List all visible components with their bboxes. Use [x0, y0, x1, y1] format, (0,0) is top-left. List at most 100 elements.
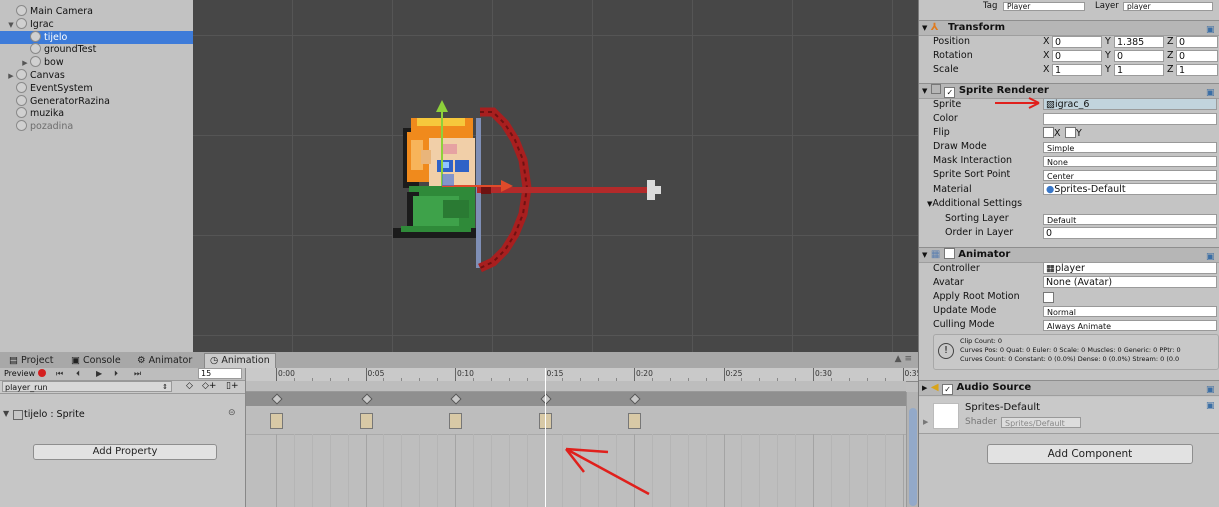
prev-frame-button[interactable]: ⏴: [76, 368, 80, 380]
tag-dropdown[interactable]: Player: [1003, 2, 1085, 11]
first-frame-button[interactable]: ⏮: [56, 368, 63, 380]
foldout-arrow-icon[interactable]: ▶: [923, 418, 928, 426]
rotation-y-axis-label[interactable]: Y: [1105, 50, 1111, 61]
rotation-z-axis-label[interactable]: Z: [1167, 50, 1174, 61]
rotation-x-axis-label[interactable]: X: [1043, 50, 1050, 61]
add-event-marker-icon[interactable]: ▯+: [226, 381, 239, 392]
last-frame-button[interactable]: ⏭: [134, 368, 141, 380]
scale-z-axis-label[interactable]: Z: [1167, 64, 1174, 75]
component-settings-icon[interactable]: ▣: [1206, 250, 1216, 262]
order-in-layer-field[interactable]: 0: [1043, 227, 1217, 239]
add-event-icon[interactable]: ◇+: [202, 381, 216, 392]
audio-source-title: Audio Source: [956, 382, 1032, 393]
property-row[interactable]: ▼ tijelo : Sprite ⊝: [0, 408, 245, 422]
hierarchy-item[interactable]: tijelo: [0, 30, 193, 44]
sprite-renderer-enabled-checkbox[interactable]: ✓: [944, 87, 956, 98]
controller-field[interactable]: ▦player: [1043, 262, 1217, 274]
hierarchy-item-label: tijelo: [44, 31, 68, 43]
foldout-arrow-icon[interactable]: ▼: [922, 24, 927, 32]
hierarchy-item[interactable]: muzika: [0, 107, 193, 120]
hierarchy-item[interactable]: groundTest: [0, 43, 193, 56]
scale-z-field[interactable]: 1: [1176, 64, 1218, 76]
add-component-button[interactable]: Add Component: [987, 444, 1193, 464]
lock-icon[interactable]: ▲ ≡: [895, 354, 912, 364]
hierarchy-item[interactable]: ▶ bow: [0, 56, 193, 69]
property-options-icon[interactable]: ⊝: [228, 408, 236, 418]
preview-toggle[interactable]: Preview: [4, 368, 35, 380]
additional-settings-foldout[interactable]: ▼Additional Settings: [927, 198, 1022, 209]
animator-header[interactable]: ▼ ▦ Animator ▣: [919, 247, 1219, 263]
samples-field[interactable]: 15: [198, 368, 242, 379]
rotation-y-field[interactable]: 0: [1114, 50, 1164, 62]
hierarchy-item[interactable]: pozadina: [0, 120, 193, 133]
avatar-field[interactable]: None (Avatar): [1043, 276, 1217, 288]
audio-source-header[interactable]: ▶ ◀ ✓ Audio Source ▣: [919, 380, 1219, 396]
flip-y-checkbox[interactable]: [1065, 127, 1076, 138]
tab-animation[interactable]: ◷ Animation: [204, 353, 276, 368]
rotation-z-field[interactable]: 0: [1176, 50, 1218, 62]
position-label: Position: [933, 36, 970, 47]
color-field[interactable]: [1043, 113, 1217, 125]
scale-x-axis-label[interactable]: X: [1043, 64, 1050, 75]
next-frame-button[interactable]: ⏵: [114, 368, 118, 380]
add-keyframe-icon[interactable]: ◇: [186, 381, 193, 392]
record-button[interactable]: [38, 369, 46, 377]
foldout-arrow-icon[interactable]: ▶: [922, 384, 927, 392]
hierarchy-item[interactable]: Main Camera: [0, 5, 193, 18]
sprite-renderer-header[interactable]: ▼ ✓ Sprite Renderer ▣: [919, 83, 1219, 99]
rotation-x-field[interactable]: 0: [1052, 50, 1102, 62]
hierarchy-item[interactable]: ▼ Igrac: [0, 17, 193, 31]
expand-arrow-icon[interactable]: ▼: [3, 409, 9, 418]
mask-interaction-dropdown[interactable]: None: [1043, 156, 1217, 167]
material-preview-swatch: [933, 403, 959, 429]
clip-dropdown[interactable]: player_run ⇕: [2, 381, 172, 392]
layer-dropdown[interactable]: player: [1123, 2, 1213, 11]
material-field[interactable]: ●Sprites-Default: [1043, 183, 1217, 195]
scale-y-field[interactable]: 1: [1114, 64, 1164, 76]
hierarchy-item[interactable]: EventSystem: [0, 81, 193, 95]
hierarchy-item[interactable]: ▶ Canvas: [0, 69, 193, 82]
hierarchy-item-label: Canvas: [30, 70, 65, 81]
flip-x-toggle[interactable]: X: [1043, 127, 1061, 139]
foldout-arrow-icon[interactable]: ▼: [922, 251, 927, 259]
material-settings-icon[interactable]: ▣: [1206, 401, 1216, 411]
transform-header[interactable]: ▼ ⅄ Transform ▣: [919, 20, 1219, 36]
culling-mode-dropdown[interactable]: Always Animate: [1043, 320, 1217, 331]
component-settings-icon[interactable]: ▣: [1206, 86, 1216, 98]
position-y-axis-label[interactable]: Y: [1105, 36, 1111, 47]
position-z-axis-label[interactable]: Z: [1167, 36, 1174, 47]
sorting-layer-dropdown[interactable]: Default: [1043, 214, 1217, 225]
hierarchy-panel: Main Camera ▼ Igrac tijelo groundTest ▶ bow ▶ Ca…: [0, 0, 193, 352]
scale-y-axis-label[interactable]: Y: [1105, 64, 1111, 75]
position-x-field[interactable]: 0: [1052, 36, 1102, 48]
animator-enabled-checkbox[interactable]: [943, 248, 955, 259]
audio-source-enabled-checkbox[interactable]: ✓: [942, 384, 954, 395]
shader-dropdown[interactable]: Sprites/Default: [1001, 417, 1081, 428]
scale-x-field[interactable]: 1: [1052, 64, 1102, 76]
add-property-button[interactable]: Add Property: [33, 444, 217, 460]
flip-y-toggle[interactable]: Y: [1065, 127, 1082, 139]
position-z-field[interactable]: 0: [1176, 36, 1218, 48]
play-button[interactable]: ▶: [96, 368, 102, 380]
position-y-field[interactable]: 1.385: [1114, 36, 1164, 48]
position-x-axis-label[interactable]: X: [1043, 36, 1050, 47]
apply-root-motion-checkbox[interactable]: [1043, 292, 1054, 303]
character-sprite[interactable]: [393, 107, 661, 273]
sprite-field[interactable]: ▧igrac_6: [1043, 98, 1217, 110]
component-settings-icon[interactable]: ▣: [1206, 383, 1216, 395]
component-settings-icon[interactable]: ▣: [1206, 23, 1216, 35]
foldout-arrow-icon[interactable]: ▼: [922, 87, 927, 95]
gameobject-icon: [16, 94, 27, 106]
update-mode-dropdown[interactable]: Normal: [1043, 306, 1217, 317]
hierarchy-item[interactable]: GeneratorRazina: [0, 94, 193, 108]
draw-mode-dropdown[interactable]: Simple: [1043, 142, 1217, 153]
info-line-1: Clip Count: 0: [960, 337, 1003, 345]
tab-console[interactable]: ▣ Console: [66, 354, 126, 368]
scene-view[interactable]: [193, 0, 918, 352]
animation-timeline[interactable]: 0:000:050:100:150:200:250:300:350:400:45: [246, 368, 918, 507]
tab-animator[interactable]: ⚙ Animator: [132, 354, 197, 368]
annotation-arrow-inspector: [995, 97, 1040, 109]
tab-project[interactable]: ▤ Project: [4, 354, 59, 368]
flip-x-checkbox[interactable]: [1043, 127, 1054, 138]
sort-point-dropdown[interactable]: Center: [1043, 170, 1217, 181]
